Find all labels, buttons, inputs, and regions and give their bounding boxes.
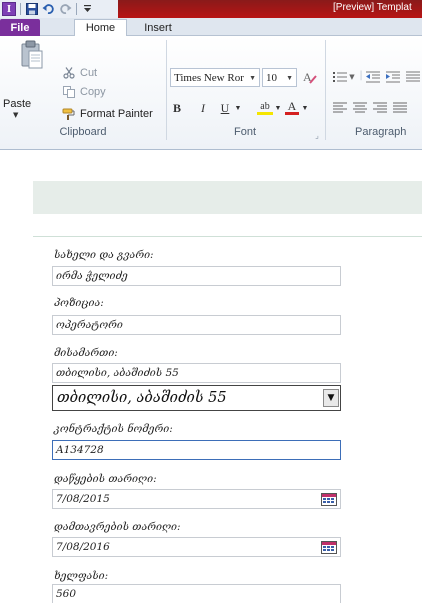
font-color-button[interactable]: A	[285, 99, 299, 115]
justify-icon[interactable]	[393, 101, 407, 115]
clipboard-group-label: Clipboard	[59, 126, 107, 138]
paste-dropdown-icon[interactable]: ▼	[13, 111, 18, 119]
font-name-value: Times New Ror	[174, 71, 244, 84]
paragraph-group-label: Paragraph	[355, 126, 407, 138]
tab-home[interactable]: Home	[74, 19, 127, 36]
tab-insert[interactable]: Insert	[138, 19, 178, 36]
align-left-icon[interactable]	[333, 101, 347, 115]
redo-icon[interactable]	[59, 3, 72, 16]
qat-separator	[20, 3, 21, 15]
end-date-picker[interactable]: 7/08/2016	[52, 537, 341, 557]
align-right-icon[interactable]	[373, 101, 387, 115]
increase-indent-icon[interactable]	[386, 70, 400, 84]
infopath-app-icon[interactable]: I	[2, 2, 16, 16]
font-size-value: 10	[266, 71, 277, 84]
font-size-select[interactable]: 10 ▼	[262, 68, 297, 87]
chevron-down-icon: ▼	[286, 73, 293, 82]
underline-button[interactable]: U	[218, 100, 232, 116]
indent-more-icon[interactable]	[406, 70, 420, 84]
name-field[interactable]: ირმა ჭელიძე	[52, 266, 341, 286]
format-painter-icon	[62, 107, 76, 121]
undo-icon[interactable]	[42, 3, 55, 16]
calendar-icon[interactable]	[321, 541, 337, 554]
chevron-down-icon[interactable]: ▼	[323, 389, 339, 407]
tab-file[interactable]: File	[0, 19, 40, 36]
separator: |	[359, 69, 363, 81]
cut-button[interactable]: Cut	[62, 66, 97, 80]
position-field[interactable]: ოპერატორი	[52, 315, 341, 335]
ribbon: Paste ▼ Cut Copy Format Painter Clipboar…	[0, 36, 422, 150]
scissors-icon	[62, 66, 76, 80]
paste-button[interactable]: Paste	[3, 98, 31, 110]
end-date-value: 7/08/2016	[56, 541, 110, 553]
qat-separator	[76, 3, 77, 15]
start-date-value: 7/08/2015	[56, 493, 110, 505]
start-date-label: დაწყების თარიღი:	[54, 473, 157, 485]
form-header-divider	[33, 236, 422, 237]
contract-number-field[interactable]: A134728	[52, 440, 341, 460]
bullets-dropdown-icon[interactable]: ▼	[348, 70, 356, 84]
group-separator	[325, 40, 326, 140]
salary-field[interactable]: 560	[52, 584, 341, 603]
address-dropdown[interactable]: თბილისი, აბაშიძის 55 ▼	[52, 385, 341, 411]
decrease-indent-icon[interactable]	[366, 70, 380, 84]
contract-number-label: კონტრაქტის ნომერი:	[54, 423, 173, 435]
font-name-select[interactable]: Times New Ror ▼	[170, 68, 260, 87]
highlight-dropdown-icon[interactable]: ▼	[274, 100, 282, 116]
font-dialog-launcher-icon[interactable]: ⌟	[312, 128, 322, 142]
copy-button[interactable]: Copy	[62, 85, 106, 99]
position-label: პოზიცია:	[54, 297, 104, 309]
form-canvas: სახელი და გვარი: ირმა ჭელიძე პოზიცია: ოპ…	[0, 151, 422, 603]
ribbon-tabs: File Home Insert	[0, 18, 422, 36]
font-group-label: Font	[233, 126, 256, 138]
quick-access-toolbar: I	[0, 0, 118, 18]
address-label: მისამართი:	[54, 347, 118, 359]
form-header-band	[33, 181, 422, 214]
end-date-label: დამთავრების თარიღი:	[54, 521, 181, 533]
cut-label: Cut	[80, 67, 98, 79]
bold-button[interactable]: B	[170, 100, 184, 116]
underline-dropdown-icon[interactable]: ▼	[233, 100, 243, 116]
address-field[interactable]: თბილისი, აბაშიძის 55	[52, 363, 341, 383]
customize-qat-icon[interactable]	[81, 3, 94, 16]
salary-label: ხელფასი:	[54, 570, 109, 582]
calendar-icon[interactable]	[321, 493, 337, 506]
chevron-down-icon: ▼	[249, 73, 256, 82]
format-painter-label: Format Painter	[80, 108, 153, 120]
address-dropdown-value: თბილისი, აბაშიძის 55	[57, 390, 227, 406]
paste-icon[interactable]	[21, 40, 43, 70]
highlight-button[interactable]: ab	[257, 100, 273, 115]
clear-formatting-icon[interactable]: A	[302, 70, 318, 84]
window-title: [Preview] Templat	[333, 2, 412, 13]
title-bar: I [Preview] Templat	[0, 0, 422, 18]
name-label: სახელი და გვარი:	[54, 249, 154, 261]
align-center-icon[interactable]	[353, 101, 367, 115]
copy-icon	[62, 85, 76, 99]
copy-label: Copy	[80, 86, 106, 98]
italic-button[interactable]: I	[196, 100, 210, 116]
save-icon[interactable]	[25, 3, 38, 16]
group-separator	[166, 40, 167, 140]
start-date-picker[interactable]: 7/08/2015	[52, 489, 341, 509]
format-painter-button[interactable]: Format Painter	[62, 107, 153, 121]
bullets-icon[interactable]	[333, 70, 347, 84]
font-color-dropdown-icon[interactable]: ▼	[301, 100, 309, 116]
